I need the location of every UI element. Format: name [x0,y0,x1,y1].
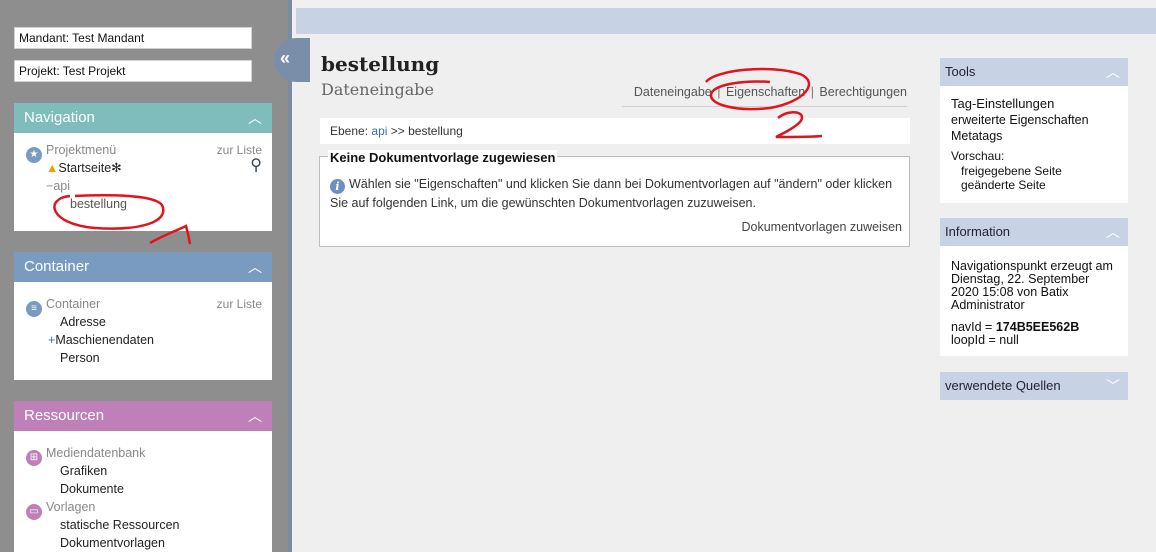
ressourcen-panel: Ressourcen ︿ ⊞ Mediendatenbank Grafiken D… [14,401,272,552]
api-label: api [53,179,70,193]
tabs-divider [622,106,907,107]
adresse-label: Adresse [60,315,106,329]
container-panel: Container ︿ ≡ Container zur Liste Adresse… [14,252,272,380]
breadcrumb-separator: >> [390,124,405,138]
asterisk-icon: ✻ [111,161,122,175]
maschinendaten-label: Maschienendaten [55,333,154,347]
mediendatenbank-root[interactable]: ⊞ Mediendatenbank [26,444,262,466]
navid-value: 174B5EE562B [995,320,1080,334]
quellen-box: verwendete Quellen ﹀ [940,372,1128,400]
nav-item-bestellung[interactable]: bestellung [26,195,262,213]
nav-item-startseite[interactable]: ▲Startseite✻ ⚲ [26,157,262,177]
chevron-up-icon[interactable]: ︿ [1106,62,1120,82]
dokumentvorlagen-label: Dokumentvorlagen [60,536,165,550]
notice-title: Keine Dokumentvorlage zugewiesen [328,150,558,165]
main-content: bestellung Dateneingabe Dateneingabe | E… [296,34,1156,552]
navigation-panel-header[interactable]: Navigation ︿ [14,103,272,133]
information-box: Information ︿ Navigationspunkt erzeugt a… [940,218,1128,356]
metatags-link[interactable]: Metatags [951,128,1117,144]
information-body: Navigationspunkt erzeugt am Dienstag, 22… [940,246,1128,357]
freigegebene-seite-link[interactable]: freigegebene Seite [951,164,1117,178]
collapse-sidebar-button[interactable]: « [274,38,310,82]
dokumentvorlagen-zuweisen-link[interactable]: Dokumentvorlagen zuweisen [741,220,902,234]
loopid-row: loopId = null [951,333,1019,347]
chevron-up-icon[interactable]: ︿ [1106,222,1120,242]
quellen-title: verwendete Quellen [945,378,1061,393]
erweiterte-eigenschaften-link[interactable]: erweiterte Eigenschaften [951,112,1117,128]
grafiken-label: Grafiken [60,464,108,478]
ressourcen-item-grafiken[interactable]: Grafiken [26,462,262,480]
ressourcen-item-dokumente[interactable]: Dokumente [26,480,262,498]
breadcrumb: Ebene: api >> bestellung [320,118,910,144]
person-label: Person [60,351,100,365]
search-icon[interactable]: ⚲ [250,157,262,175]
mediendatenbank-label: Mediendatenbank [46,446,146,460]
container-title: Container [24,258,90,275]
view-tabs: Dateneingabe | Eigenschaften | Berechtig… [634,85,907,99]
nav-item-api[interactable]: −api [26,177,262,195]
ressourcen-panel-header[interactable]: Ressourcen ︿ [14,401,272,431]
projektmenu-label: Projektmenü [46,143,117,157]
dokumente-label: Dokumente [60,482,124,496]
breadcrumb-prefix: Ebene: [330,124,369,138]
geaenderte-seite-link[interactable]: geänderte Seite [951,178,1117,192]
navigation-title: Navigation [24,109,95,126]
information-header[interactable]: Information ︿ [940,218,1128,246]
navigation-panel: Navigation ︿ ★ Projektmenü zur Liste ▲Sta… [14,103,272,231]
tools-body: Tag-Einstellungen erweiterte Eigenschaft… [940,86,1128,202]
startseite-label: Startseite [58,161,112,175]
ressourcen-title: Ressourcen [24,407,105,424]
zur-liste-link[interactable]: zur Liste [217,295,262,313]
bestellung-label: bestellung [70,197,127,211]
vorschau-label: Vorschau: [951,149,1005,163]
information-title: Information [945,224,1011,239]
navigation-tree: ★ Projektmenü zur Liste ▲Startseite✻ ⚲ −a… [14,133,272,221]
page-subtitle: Dateneingabe [321,80,434,99]
tools-header[interactable]: Tools ︿ [940,58,1128,86]
notice-text-wrap: i Wählen sie "Eigenschaften" und klicken … [330,175,900,212]
tab-dateneingabe[interactable]: Dateneingabe [634,85,712,99]
chevron-up-icon[interactable]: ︿ [248,108,262,128]
mandant-field[interactable]: Mandant: Test Mandant [14,27,252,49]
notice-box: Keine Dokumentvorlage zugewiesen i Wählen… [319,150,910,247]
container-item-adresse[interactable]: Adresse [26,313,262,331]
container-root-label: Container [46,297,101,311]
tag-einstellungen-link[interactable]: Tag-Einstellungen [951,96,1117,112]
ressourcen-item-statische[interactable]: statische Ressourcen [26,516,262,534]
chevron-up-icon[interactable]: ︿ [248,257,262,277]
breadcrumb-current: bestellung [408,124,463,138]
navid-label: navId = [951,320,993,334]
top-bar [296,8,1156,34]
tab-berechtigungen[interactable]: Berechtigungen [819,85,907,99]
tools-box: Tools ︿ Tag-Einstellungen erweiterte Eig… [940,58,1128,203]
container-root[interactable]: ≡ Container zur Liste [26,295,262,317]
tab-eigenschaften[interactable]: Eigenschaften [726,85,805,99]
container-panel-header[interactable]: Container ︿ [14,252,272,282]
statische-label: statische Ressourcen [60,518,180,532]
info-icon: i [330,179,345,194]
quellen-header[interactable]: verwendete Quellen ﹀ [940,372,1128,400]
ressourcen-item-dokumentvorlagen[interactable]: Dokumentvorlagen [26,534,262,552]
container-tree: ≡ Container zur Liste Adresse +Maschienen… [14,282,272,375]
notice-text: Wählen sie "Eigenschaften" und klicken S… [330,177,893,210]
tab-separator: | [717,85,721,99]
chevron-down-icon[interactable]: ﹀ [1106,376,1120,396]
container-item-person[interactable]: Person [26,349,262,367]
tools-title: Tools [945,64,976,79]
chevron-up-icon[interactable]: ︿ [248,406,262,426]
breadcrumb-api-link[interactable]: api [371,124,387,138]
container-item-maschinendaten[interactable]: +Maschienendaten [26,331,262,349]
projekt-field[interactable]: Projekt: Test Projekt [14,60,252,82]
projektmenu-root[interactable]: ★ Projektmenü zur Liste [26,141,262,163]
vorlagen-label: Vorlagen [46,500,96,514]
tab-separator: | [810,85,814,99]
information-text: Navigationspunkt erzeugt am Dienstag, 22… [951,259,1113,312]
home-icon: ▲ [46,161,59,175]
vorlagen-root[interactable]: ▭ Vorlagen [26,498,262,520]
sidebar: Mandant: Test Mandant Projekt: Test Proj… [0,0,292,552]
page-title: bestellung [321,52,440,76]
ressourcen-tree: ⊞ Mediendatenbank Grafiken Dokumente ▭ Vor… [14,431,272,552]
